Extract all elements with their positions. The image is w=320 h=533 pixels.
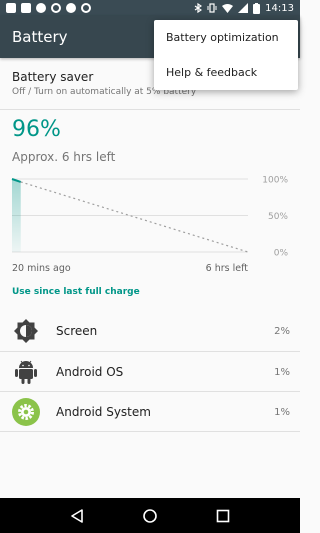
divider: [0, 109, 300, 110]
wifi-icon: [222, 4, 234, 13]
skype-icon: [66, 3, 76, 13]
android-icon: [12, 358, 40, 386]
navigation-bar: [0, 498, 300, 533]
usage-section-header: Use since last full charge: [12, 287, 140, 297]
usage-value: 1%: [274, 366, 290, 378]
back-icon[interactable]: [68, 507, 86, 525]
gmail-icon: [6, 3, 16, 13]
record-icon: [81, 3, 91, 13]
brightness-icon: [12, 317, 40, 345]
overflow-menu: Battery optimization Help & feedback: [154, 20, 298, 90]
usage-label: Android OS: [56, 365, 124, 379]
blocked-icon: [51, 3, 61, 13]
bluetooth-icon: [194, 3, 203, 13]
time-remaining: Approx. 6 hrs left: [12, 150, 116, 164]
battery-icon: [253, 2, 261, 14]
usage-label: Screen: [56, 324, 98, 338]
chart-projection-line: [20, 181, 249, 253]
chart-x-label-end: 6 hrs left: [206, 263, 249, 274]
battery-chart: 100% 50% 0% 20 mins ago 6 hrs left: [11, 176, 288, 274]
chart-y-tick-label: 0%: [274, 249, 289, 259]
chart-x-label-start: 20 mins ago: [12, 263, 71, 274]
home-icon[interactable]: [141, 507, 159, 525]
chart-history-area: [12, 179, 21, 252]
recents-icon[interactable]: [214, 507, 232, 525]
usage-row-android-system[interactable]: Android System 1%: [0, 392, 300, 432]
battery-percent: 96%: [12, 117, 61, 142]
usage-row-android-os[interactable]: Android OS 1%: [0, 352, 300, 392]
status-bar: 14:13: [0, 0, 300, 16]
page-title: Battery: [12, 28, 68, 46]
chart-y-tick-label: 100%: [262, 176, 288, 186]
image-icon: [21, 3, 31, 13]
usage-value: 1%: [274, 406, 290, 418]
clock: 14:13: [265, 2, 294, 14]
system-icons: 14:13: [194, 2, 294, 14]
chart-x-axis: 20 mins ago 6 hrs left: [12, 263, 248, 274]
settings-gear-icon: [12, 398, 40, 426]
menu-item-battery-optimization[interactable]: Battery optimization: [154, 20, 298, 55]
usage-label: Android System: [56, 405, 151, 419]
menu-item-help-feedback[interactable]: Help & feedback: [154, 55, 298, 90]
signal-icon: [238, 3, 249, 13]
usage-value: 2%: [274, 325, 290, 337]
vibrate-icon: [207, 3, 217, 13]
divider: [0, 431, 300, 432]
chart-y-tick-label: 50%: [268, 212, 288, 222]
notification-icons: [6, 3, 91, 13]
chart-y-axis: 100% 50% 0%: [262, 176, 288, 259]
usage-row-screen[interactable]: Screen 2%: [0, 311, 300, 351]
media-icon: [36, 3, 46, 13]
